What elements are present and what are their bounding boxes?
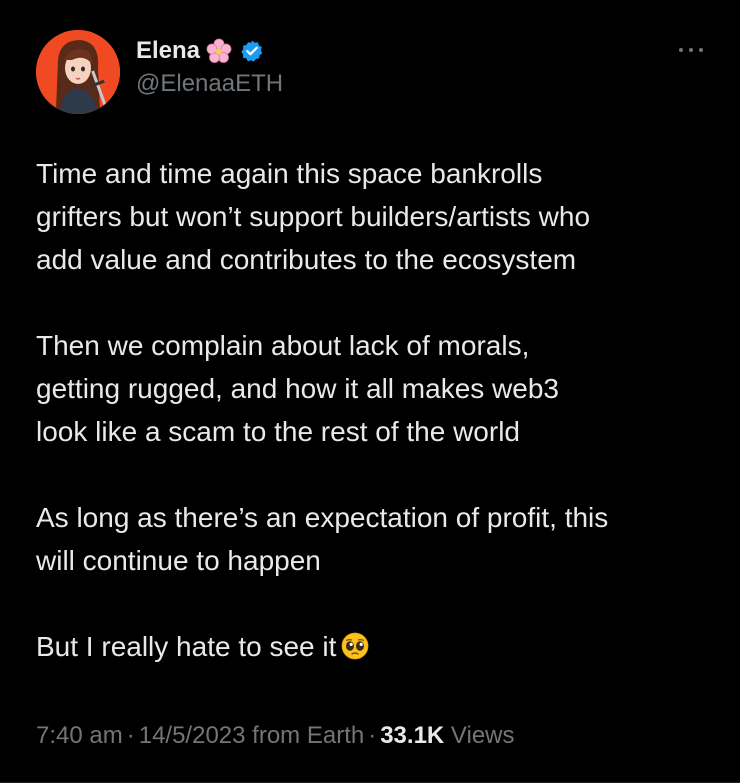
avatar-illustration [36, 30, 120, 114]
tweet-paragraph-last: But I really hate to see it [36, 625, 716, 668]
name-row: Elena [136, 34, 264, 68]
verified-badge-icon[interactable] [240, 39, 264, 63]
views-count[interactable]: 33.1K [380, 722, 444, 749]
meta-separator: · [368, 722, 377, 749]
cherry-blossom-icon [206, 38, 232, 64]
tweet-paragraph: As long as there’s an expectation of pro… [36, 502, 609, 576]
tweet-header: Elena @ElenaaETH [36, 22, 706, 114]
tweet-meta: 7:40 am · 14/5/2023 from Earth · 33.1K Views [36, 722, 515, 750]
pleading-face-icon [340, 630, 370, 660]
handle[interactable]: @ElenaaETH [136, 70, 283, 98]
tweet-paragraph: But I really hate to see it [36, 631, 337, 662]
tweet-source: from Earth [252, 722, 365, 749]
tweet-text: Time and time again this space bankrolls… [36, 152, 716, 668]
more-options-icon[interactable] [676, 42, 706, 52]
tweet-paragraph: Then we complain about lack of morals, g… [36, 330, 559, 447]
tweet-card: Elena @ElenaaETH Time and time again thi… [0, 0, 740, 783]
tweet-time[interactable]: 7:40 am [36, 722, 123, 749]
meta-separator: · [126, 722, 135, 749]
views-label: Views [450, 722, 515, 749]
display-name[interactable]: Elena [136, 37, 200, 65]
tweet-date[interactable]: 14/5/2023 [139, 722, 246, 749]
tweet-paragraph: Time and time again this space bankrolls… [36, 158, 591, 275]
avatar[interactable] [36, 30, 120, 114]
